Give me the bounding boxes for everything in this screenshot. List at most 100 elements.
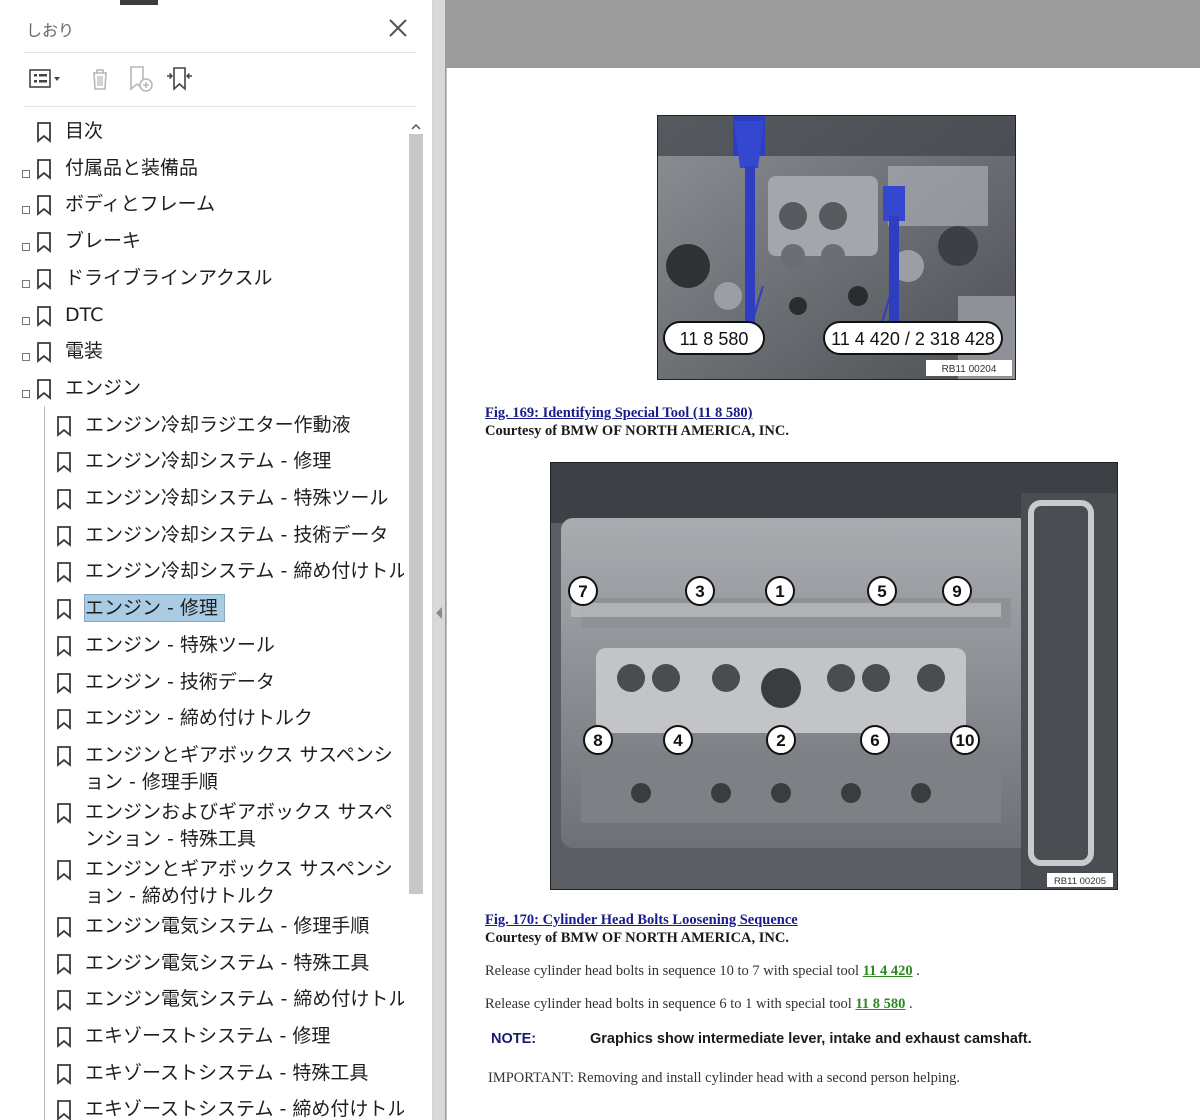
bolt-number-label: 2 xyxy=(776,731,785,750)
expand-toggle-icon[interactable] xyxy=(22,310,30,325)
tool-link-11-4-420[interactable]: 11 4 420 xyxy=(863,963,913,979)
tool-link-11-8-580[interactable]: 11 8 580 xyxy=(855,996,905,1012)
expand-toggle-icon[interactable] xyxy=(22,346,30,362)
bookmark-item[interactable]: 電装 xyxy=(0,334,404,371)
bookmark-item[interactable]: エンジン - 特殊ツール xyxy=(0,628,404,665)
bookmark-label: エンジン冷却システム - 修理 xyxy=(85,450,332,473)
bookmark-label: エンジン冷却システム - 技術データ xyxy=(85,523,389,546)
bookmark-item[interactable]: エキゾーストシステム - 特殊工具 xyxy=(0,1056,404,1093)
bolt-number-label: 3 xyxy=(695,582,704,601)
bookmark-label: ドライブラインアクスル xyxy=(65,266,273,289)
bookmark-icon xyxy=(55,708,73,731)
bookmark-icon xyxy=(35,231,53,254)
bookmark-label: 目次 xyxy=(65,120,104,142)
scrollbar[interactable] xyxy=(406,112,426,1120)
bookmark-icon xyxy=(55,1099,73,1120)
instruction-1-text: Release cylinder head bolts in sequence … xyxy=(485,963,860,979)
options-menu-icon[interactable] xyxy=(24,60,68,98)
bookmark-item[interactable]: エンジン冷却ラジエター作動液 xyxy=(0,408,404,445)
bookmark-item[interactable]: エンジン - 締め付けトルク xyxy=(0,701,404,738)
figure-169-image: 11 8 580 11 4 420 / 2 318 428 RB11 00204 xyxy=(657,115,1016,380)
bookmark-label: エンジンおよびギアボックス サスペンション - 特殊工具 xyxy=(85,800,393,850)
bookmark-item[interactable]: エンジン冷却システム - 技術データ xyxy=(0,518,404,555)
bookmark-item[interactable]: 付属品と装備品 xyxy=(0,151,404,188)
bolt-number-label: 5 xyxy=(877,582,886,601)
figure-169-courtesy: Courtesy of BMW OF NORTH AMERICA, INC. xyxy=(485,423,789,439)
bookmark-label: エンジン - 修理 xyxy=(84,594,225,623)
instruction-1-end: . xyxy=(916,963,920,979)
bookmark-label: DTC xyxy=(65,303,104,326)
note-label: NOTE: xyxy=(491,1031,537,1047)
panel-tab-indicator xyxy=(120,0,158,5)
bookmark-item[interactable]: エキゾーストシステム - 修理 xyxy=(0,1019,404,1056)
bookmark-icon xyxy=(55,953,73,975)
bookmark-icon xyxy=(55,745,73,767)
bookmark-icon xyxy=(55,672,73,694)
bookmark-item[interactable]: ドライブラインアクスル xyxy=(0,261,404,298)
document-viewport: 11 8 580 11 4 420 / 2 318 428 RB11 00204… xyxy=(445,0,1200,1120)
bookmark-label: エンジン電気システム - 特殊工具 xyxy=(85,951,370,974)
bookmark-item[interactable]: エンジン - 技術データ xyxy=(0,665,404,702)
bookmark-item[interactable]: エンジン xyxy=(0,371,404,408)
bookmark-item[interactable]: ボディとフレーム xyxy=(0,187,404,224)
bookmark-label: エンジン - 締め付けトルク xyxy=(85,707,313,730)
bookmark-item[interactable]: エキゾーストシステム - 締め付けトルク xyxy=(0,1092,404,1120)
delete-icon[interactable] xyxy=(82,60,118,98)
tool-label-left: 11 8 580 xyxy=(680,329,749,349)
instruction-2-text: Release cylinder head bolts in sequence … xyxy=(485,996,852,1012)
bookmark-item[interactable]: エンジン - 修理 xyxy=(0,591,404,628)
bookmark-icon xyxy=(35,268,53,290)
bookmark-label: エンジン - 特殊ツール xyxy=(85,633,275,656)
expand-bookmark-icon[interactable] xyxy=(162,60,198,98)
bookmark-item[interactable]: 目次 xyxy=(0,114,404,151)
bolt-number-label: 9 xyxy=(952,582,961,601)
new-bookmark-icon[interactable] xyxy=(122,60,158,98)
figure-170-caption[interactable]: Fig. 170: Cylinder Head Bolts Loosening … xyxy=(485,912,798,929)
bookmark-tree: 目次付属品と装備品 ボディとフレーム ブレーキドライブラインアクスル DTC 電装エンジ… xyxy=(0,112,404,1120)
figure-169-caption[interactable]: Fig. 169: Identifying Special Tool (11 8… xyxy=(485,405,752,422)
bookmark-icon xyxy=(55,598,73,621)
bookmark-item[interactable]: エンジン電気システム - 特殊工具 xyxy=(0,946,404,983)
divider xyxy=(24,106,416,107)
bookmark-item[interactable]: エンジンとギアボックス サスペンション - 修理手順 xyxy=(0,738,404,795)
scroll-thumb[interactable] xyxy=(409,134,423,894)
bookmark-label: エンジンとギアボックス サスペンション - 修理手順 xyxy=(85,743,393,793)
instruction-2: Release cylinder head bolts in sequence … xyxy=(485,996,913,1013)
expand-toggle-icon[interactable] xyxy=(22,273,30,288)
bolt-number-label: 1 xyxy=(775,582,784,601)
close-icon[interactable] xyxy=(384,14,412,42)
bookmark-item[interactable]: DTC xyxy=(0,298,404,335)
bookmark-icon xyxy=(35,158,53,180)
expand-toggle-icon[interactable] xyxy=(22,163,30,178)
expand-toggle-icon[interactable] xyxy=(22,199,30,215)
bookmark-item[interactable]: エンジン電気システム - 修理手順 xyxy=(0,909,404,946)
panel-splitter[interactable] xyxy=(433,0,445,1120)
bookmark-icon xyxy=(55,802,73,824)
bolt-number-label: 7 xyxy=(578,582,587,601)
bookmark-icon xyxy=(35,305,53,327)
expand-toggle-icon[interactable] xyxy=(22,383,30,398)
bookmark-icon xyxy=(55,561,73,584)
figure-170-courtesy: Courtesy of BMW OF NORTH AMERICA, INC. xyxy=(485,930,789,946)
bookmark-icon xyxy=(55,1063,73,1085)
bookmark-label: エンジン xyxy=(65,376,142,399)
bookmark-label: エンジン - 技術データ xyxy=(85,670,275,693)
figure-code: RB11 00204 xyxy=(942,364,997,375)
bookmarks-panel: しおり 目次 付属品と装備品 ボディとフレーム ブレーキ ドライブラインアクスル… xyxy=(0,0,433,1120)
bookmark-item[interactable]: エンジン冷却システム - 修理 xyxy=(0,444,404,481)
collapse-arrow-icon[interactable] xyxy=(435,604,443,619)
bookmark-icon xyxy=(55,635,73,657)
bookmark-item[interactable]: エンジン電気システム - 締め付けトルク xyxy=(0,982,404,1019)
bookmark-item[interactable]: エンジン冷却システム - 締め付けトルク xyxy=(0,554,404,591)
divider xyxy=(24,52,416,53)
bookmark-item[interactable]: ブレーキ xyxy=(0,224,404,261)
bookmark-label: エキゾーストシステム - 修理 xyxy=(85,1025,331,1047)
bookmark-label: エンジン冷却システム - 特殊ツール xyxy=(85,487,389,509)
instruction-2-end: . xyxy=(909,996,913,1012)
bookmark-item[interactable]: エンジン冷却システム - 特殊ツール xyxy=(0,481,404,518)
bookmark-item[interactable]: エンジンおよびギアボックス サスペンション - 特殊工具 xyxy=(0,795,404,852)
scroll-up-icon[interactable] xyxy=(410,118,422,130)
bookmark-item[interactable]: エンジンとギアボックス サスペンション - 締め付けトルク xyxy=(0,852,404,909)
expand-toggle-icon[interactable] xyxy=(22,236,30,252)
important-text: IMPORTANT: Removing and install cylinder… xyxy=(488,1070,961,1086)
